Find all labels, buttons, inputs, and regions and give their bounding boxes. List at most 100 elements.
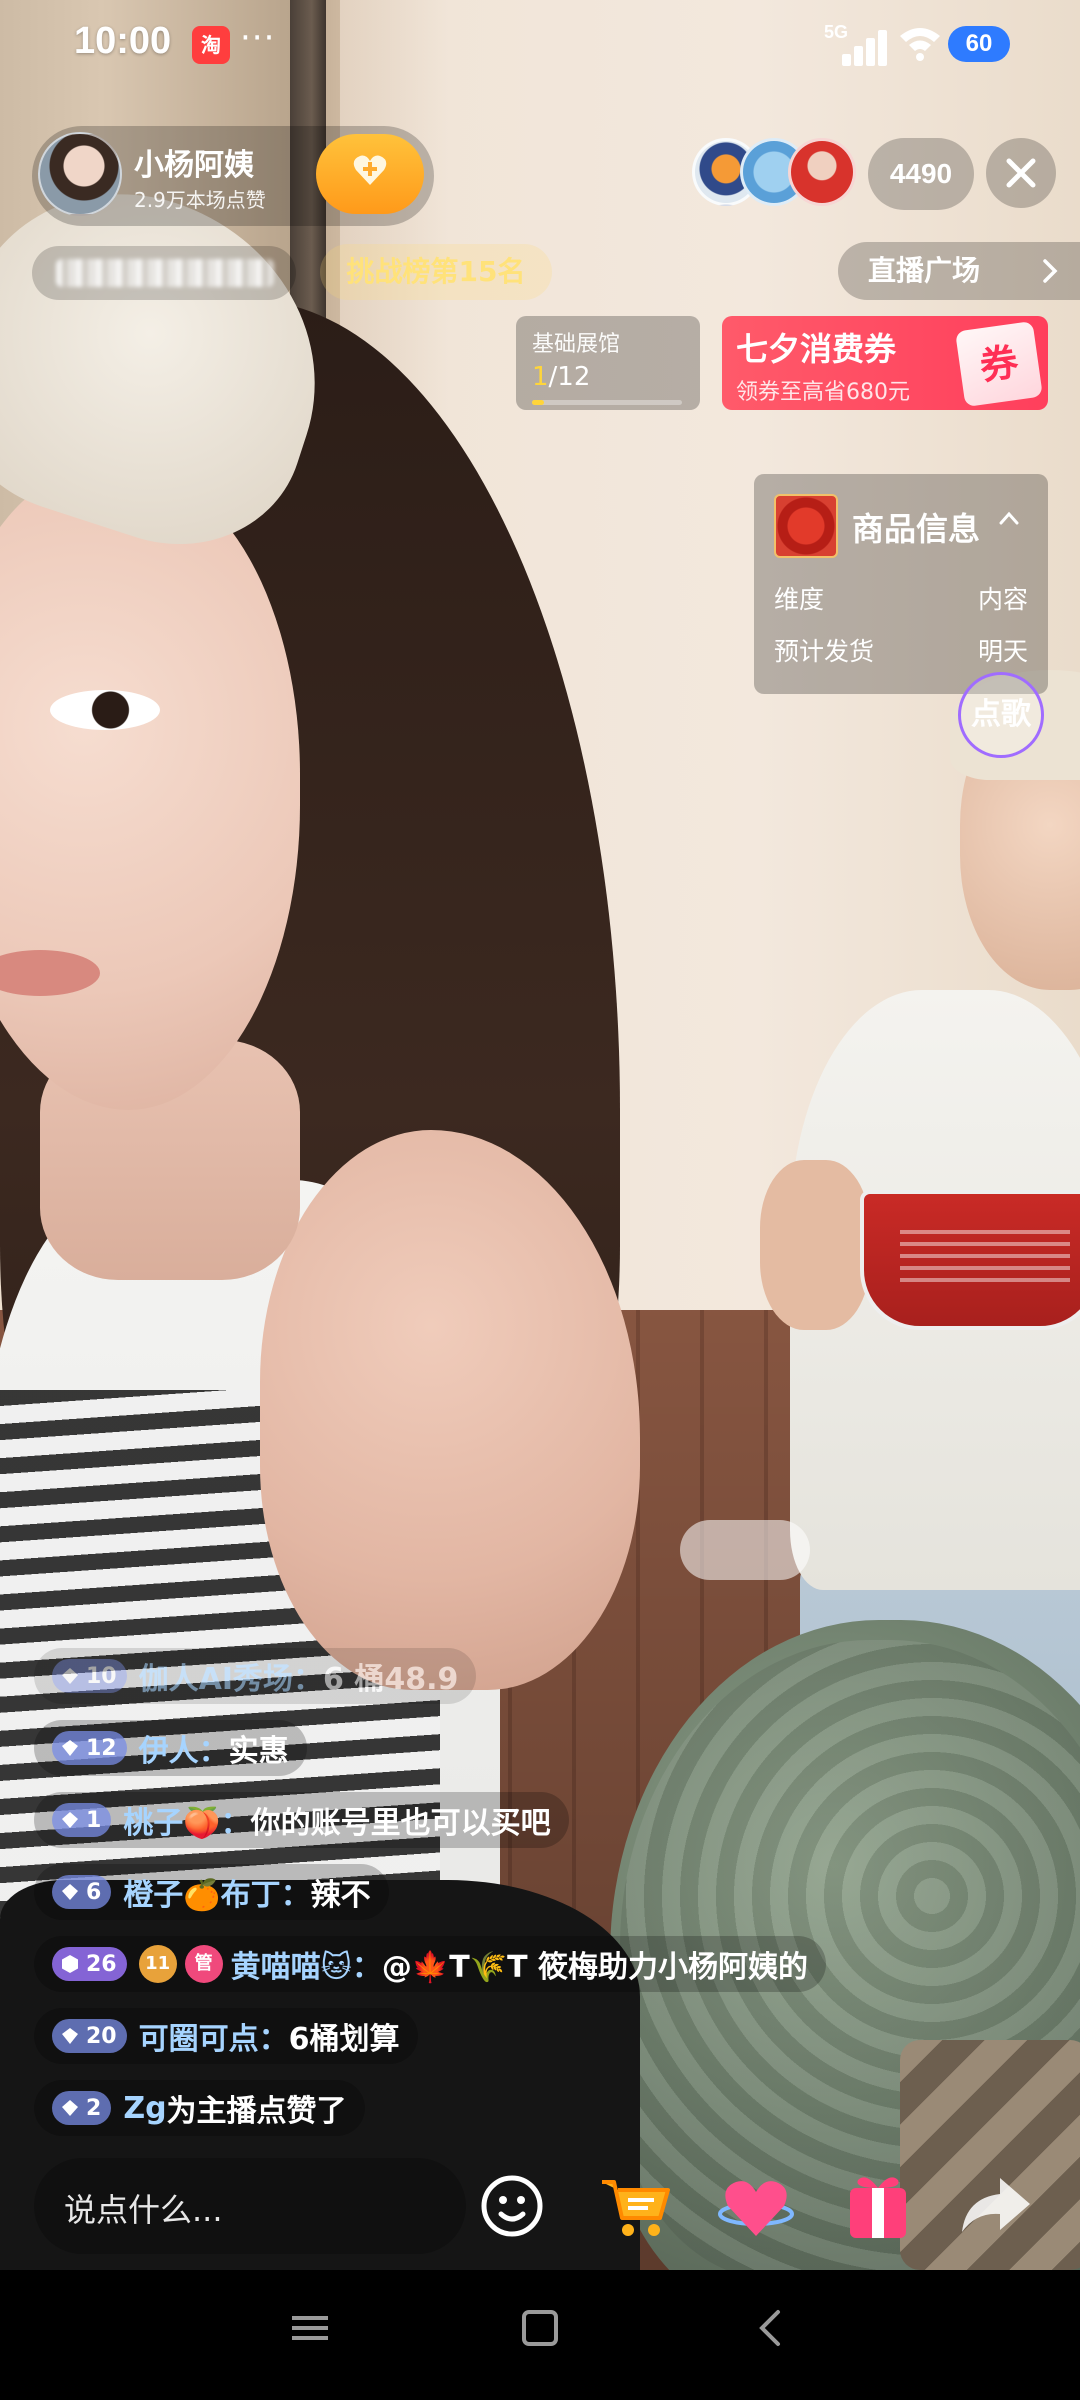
menu-icon[interactable]: [290, 2308, 330, 2348]
comment-username[interactable]: 可圈可点: [139, 2014, 259, 2058]
user-level-badge: 6: [52, 1875, 112, 1909]
heart-plus-icon: [353, 155, 387, 185]
host-avatar[interactable]: [38, 132, 122, 216]
clock: 10:00: [74, 20, 172, 62]
comment-username[interactable]: 黄喵喵🐱: [231, 1942, 352, 1986]
comment-row[interactable]: 6 橙子🍊布丁：辣不: [34, 1864, 389, 1920]
comment-separator: ：: [198, 1734, 229, 1769]
user-level-badge: 12: [52, 1731, 127, 1765]
follow-button[interactable]: [316, 134, 424, 214]
close-icon: [1006, 158, 1036, 188]
coupon-subtitle: 领券至高省680元: [736, 380, 910, 405]
level-number: 26: [86, 1951, 117, 1977]
viewer-avatar[interactable]: [788, 138, 856, 206]
hexagon-gem-icon: [62, 1955, 78, 1973]
comment-username[interactable]: 桃子🍑: [123, 1798, 220, 1842]
live-plaza-button[interactable]: 直播广场: [838, 242, 1080, 300]
comment-text: 你的账号里也可以买吧: [250, 1806, 551, 1841]
comment-username[interactable]: 伊人: [139, 1726, 199, 1770]
comment-row[interactable]: 1 桃子🍑：你的账号里也可以买吧: [34, 1792, 569, 1848]
share-icon[interactable]: [956, 2166, 1036, 2246]
fan-club-badge: 11: [138, 1945, 177, 1983]
home-icon[interactable]: [520, 2308, 560, 2348]
host-name[interactable]: 小杨阿姨: [134, 140, 254, 184]
comment-text: @🍁T🌾T 筱梅助力小杨阿姨的: [381, 1950, 808, 1985]
comment-text: 为主播点赞了: [166, 2094, 347, 2129]
wifi-icon: [900, 28, 940, 61]
comment-text: 辣不: [310, 1878, 371, 1913]
person-right-arm: [760, 1160, 870, 1330]
mission-progress-fill: [532, 400, 545, 405]
level-number: 12: [86, 1735, 117, 1761]
level-number: 10: [86, 1663, 117, 1689]
live-plaza-label: 直播广场: [868, 254, 981, 287]
system-navigation-bar: [0, 2270, 1080, 2400]
comment-row[interactable]: 26 11 管 黄喵喵🐱： @🍁T🌾T 筱梅助力小杨阿姨的: [34, 1936, 826, 1992]
product-thumbnail[interactable]: [774, 494, 838, 558]
product-row-label: 维度: [774, 585, 825, 614]
crown-gem-icon: [62, 1740, 78, 1756]
user-level-badge: 26: [52, 1947, 127, 1981]
comment-row[interactable]: 12 伊人：实惠: [34, 1720, 307, 1776]
comment-row[interactable]: 10 伽人AI秀场： 6 桶48.9: [34, 1648, 477, 1704]
comment-separator: ：: [258, 2022, 289, 2057]
more-notifications-icon: ···: [240, 18, 276, 58]
mission-progress: 1/12: [532, 362, 590, 392]
comment-row[interactable]: 20 可圈可点： 6桶划算: [34, 2008, 418, 2064]
qixi-coupon-card[interactable]: 七夕消费券 领券至高省680元 券: [722, 316, 1048, 410]
plastic-bag: [680, 1520, 810, 1580]
comment-input-placeholder: 说点什么...: [64, 2191, 223, 2229]
gift-box-icon[interactable]: [838, 2166, 918, 2246]
user-level-badge: 2: [52, 2091, 112, 2125]
level-number: 6: [86, 1879, 102, 1905]
comment-separator: ：: [280, 1878, 311, 1913]
comment-input[interactable]: 说点什么...: [34, 2158, 466, 2254]
blurred-text: [56, 259, 274, 287]
emoji-icon[interactable]: [472, 2166, 552, 2246]
diamond-icon: [62, 1812, 78, 1828]
diamond-icon: [62, 1884, 78, 1900]
comment-username[interactable]: Zg: [123, 2091, 166, 2126]
close-button[interactable]: [986, 138, 1056, 208]
level-number: 2: [86, 2095, 102, 2121]
comment-separator: ：: [220, 1806, 251, 1841]
product-row-value: 内容: [977, 585, 1028, 614]
taobao-app-icon: 淘: [192, 26, 230, 64]
battery-icon: 60: [948, 26, 1010, 62]
product-row-value: 明天: [977, 637, 1028, 666]
chevron-up-icon[interactable]: [998, 510, 1020, 526]
status-bar: 10:00 淘 ··· 5G 60: [0, 0, 1080, 86]
person-left-eye: [50, 690, 160, 730]
comment-row[interactable]: 2 Zg 为主播点赞了: [34, 2080, 365, 2136]
chevron-right-icon: [1043, 259, 1058, 283]
mission-current: 1: [532, 362, 549, 392]
admin-badge: 管: [184, 1945, 223, 1983]
product-info-card[interactable]: 商品信息 维度 内容 预计发货 明天: [754, 474, 1048, 694]
comment-username[interactable]: 伽人AI秀场: [139, 1654, 293, 1698]
cart-icon[interactable]: [596, 2166, 676, 2246]
product-info-title: 商品信息: [852, 510, 981, 548]
user-level-badge: 1: [52, 1803, 112, 1837]
user-level-badge: 10: [52, 1659, 127, 1693]
host-likes: 2.9万本场点赞: [134, 188, 266, 212]
heart-gift-icon[interactable]: [716, 2166, 796, 2246]
mission-title: 基础展馆: [532, 332, 621, 357]
signal-icon: 5G: [822, 22, 902, 66]
diamond-icon: [62, 1668, 78, 1684]
coupon-ticket-icon: 券: [955, 320, 1043, 408]
top-viewer-avatars[interactable]: [692, 138, 862, 210]
user-level-badge: 20: [52, 2019, 127, 2053]
network-type: 5G: [824, 22, 849, 42]
diamond-icon: [62, 2100, 78, 2116]
challenge-rank-chip[interactable]: 挑战榜第15名: [320, 244, 552, 300]
level-number: 20: [86, 2023, 117, 2049]
viewer-count[interactable]: 4490: [868, 138, 974, 210]
comment-text: 6 桶48.9: [323, 1662, 459, 1697]
product-row-label: 预计发货: [774, 637, 875, 666]
back-icon[interactable]: [752, 2308, 792, 2348]
crown-gem-icon: [62, 2028, 78, 2044]
song-request-button[interactable]: 点歌: [958, 672, 1044, 758]
pavilion-mission-card[interactable]: 基础展馆 1/12: [516, 316, 700, 410]
coupon-title: 七夕消费券: [736, 330, 897, 368]
comment-username[interactable]: 橙子🍊布丁: [123, 1870, 280, 1914]
